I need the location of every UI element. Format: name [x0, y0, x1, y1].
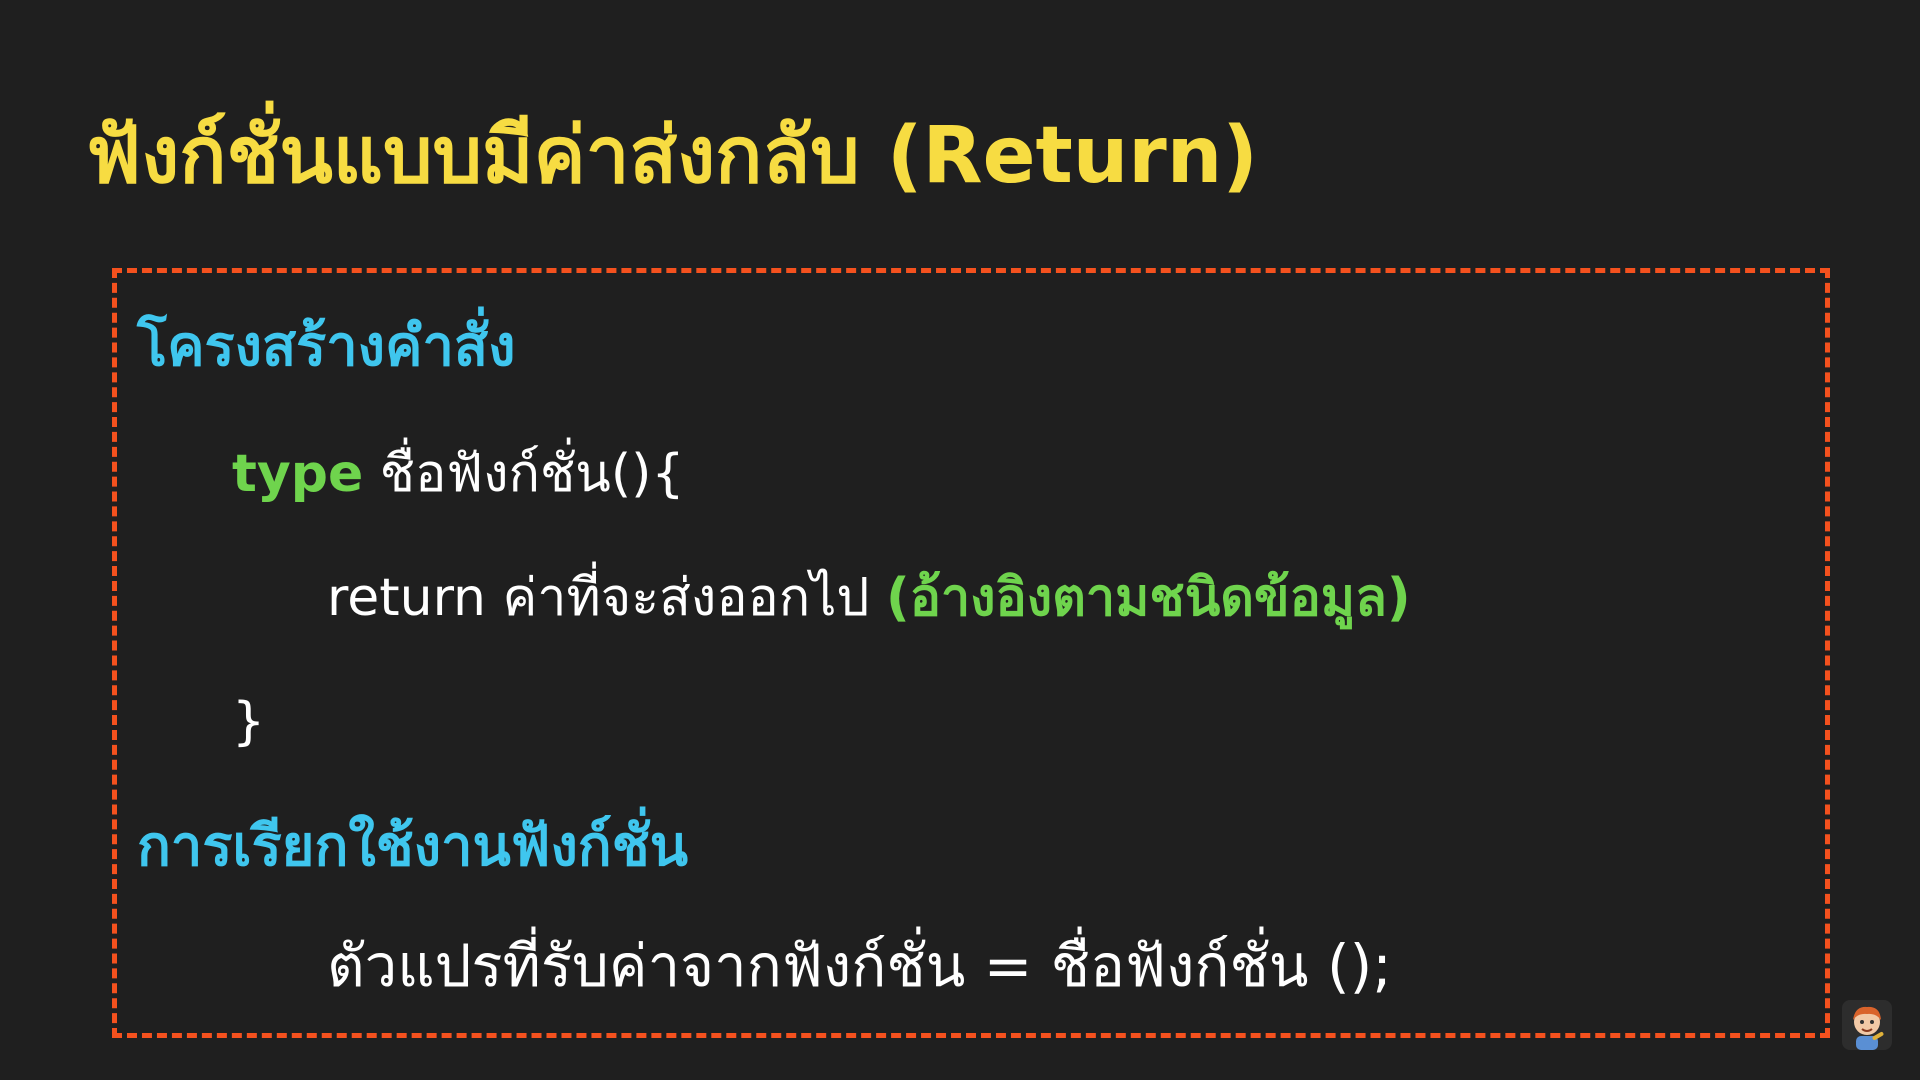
return-type-note: (อ้างอิงตามชนิดข้อมูล) — [885, 568, 1411, 628]
function-signature-text: ชื่อฟังก์ชั่น(){ — [363, 444, 685, 504]
presenter-avatar-icon — [1842, 1000, 1892, 1050]
syntax-box: โครงสร้างคำสั่ง type ชื่อฟังก์ชั่น(){ re… — [112, 268, 1830, 1038]
code-line-return: return ค่าที่จะส่งออกไป (อ้างอิงตามชนิดข… — [327, 568, 1411, 629]
type-keyword: type — [232, 444, 364, 504]
usage-code-line: ตัวแปรที่รับค่าจากฟังก์ชั่น = ชื่อฟังก์ช… — [327, 932, 1392, 1000]
usage-heading: การเรียกใช้งานฟังก์ชั่น — [137, 814, 688, 879]
code-line-closing-brace: } — [232, 692, 266, 752]
code-line-signature: type ชื่อฟังก์ชั่น(){ — [232, 444, 685, 505]
structure-heading: โครงสร้างคำสั่ง — [137, 314, 516, 379]
slide-title: ฟังก์ชั่นแบบมีค่าส่งกลับ (Return) — [86, 111, 1258, 201]
return-statement-text: return ค่าที่จะส่งออกไป — [327, 568, 886, 628]
